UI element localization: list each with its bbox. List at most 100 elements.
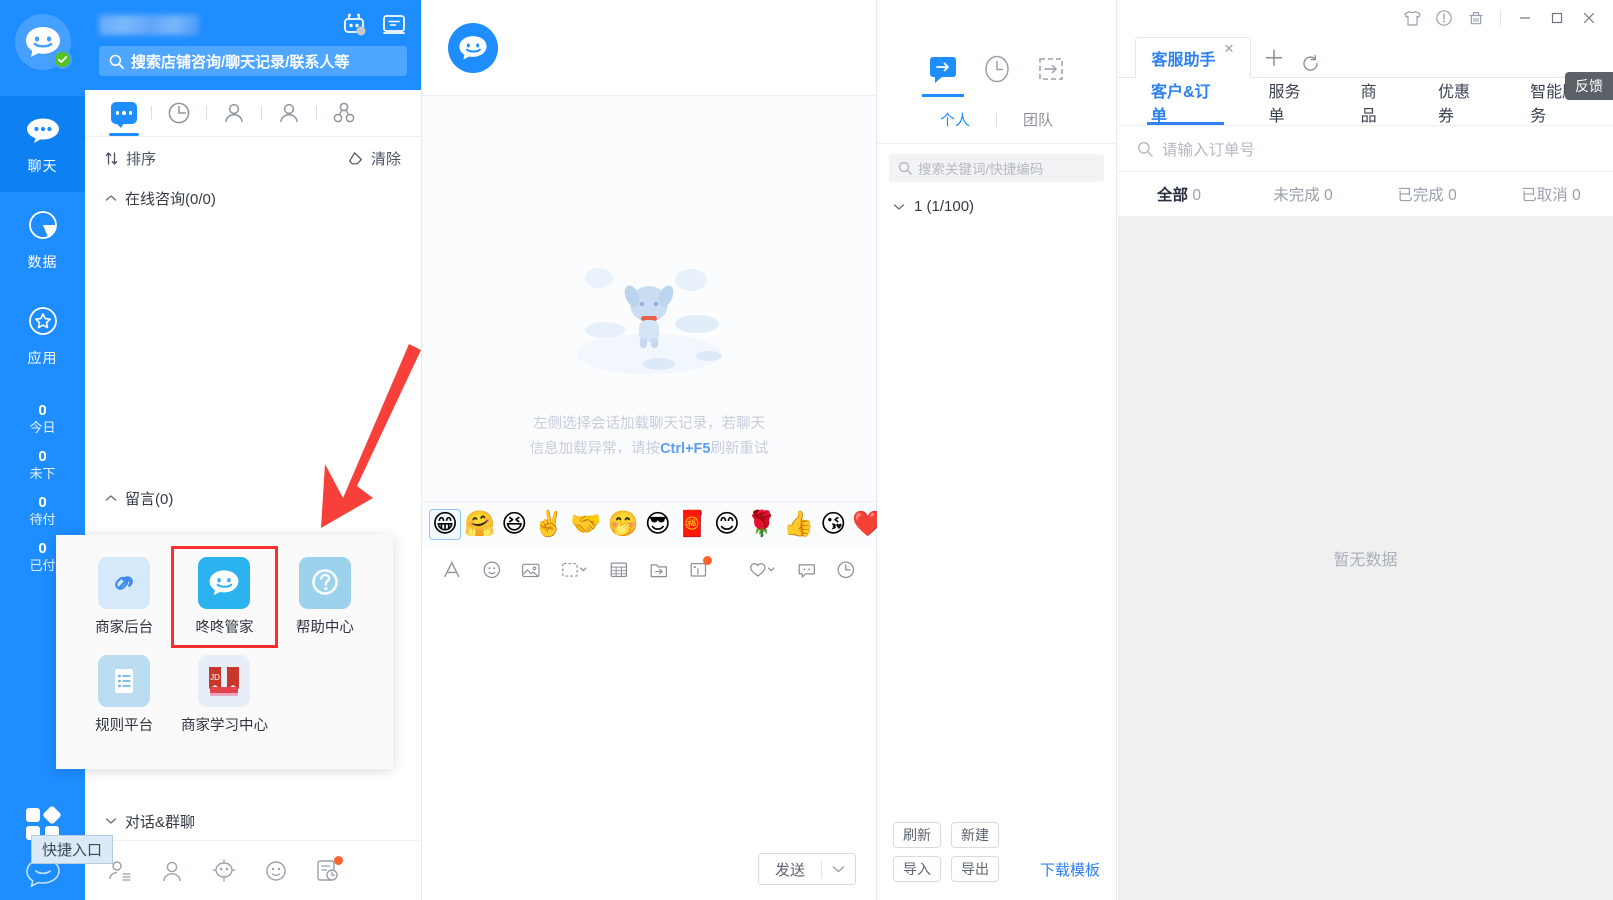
font-style-icon[interactable] <box>442 559 462 581</box>
search-icon <box>1137 141 1153 157</box>
assistant-tab-label: 客服助手 <box>1151 52 1216 69</box>
quick-item-help-center[interactable]: 帮助中心 <box>275 549 375 645</box>
subtab-product[interactable]: 商品 <box>1337 78 1414 125</box>
subtab-service-order[interactable]: 服务单 <box>1244 78 1336 125</box>
quick-reply-icon[interactable] <box>797 559 817 581</box>
refresh-icon[interactable] <box>1297 54 1324 77</box>
emoji-item[interactable]: 😆 <box>499 510 529 539</box>
quick-item-label: 商家后台 <box>95 620 154 636</box>
tab-customer-assistant[interactable]: 客服助手 ✕ <box>1135 37 1251 78</box>
conversation-group-messages[interactable]: 留言(0) <box>85 479 421 517</box>
sidebar-item-data[interactable]: 数据 <box>0 192 85 288</box>
schedule-alert-icon[interactable] <box>315 855 343 884</box>
person-icon[interactable] <box>159 858 185 884</box>
trash-icon[interactable] <box>1460 3 1492 33</box>
image-icon[interactable] <box>521 559 541 581</box>
minimize-button[interactable] <box>1509 3 1541 33</box>
subtab-customer-order[interactable]: 客户&订单 <box>1127 78 1244 125</box>
tab-groups[interactable] <box>321 90 367 136</box>
tab-recent[interactable] <box>970 42 1024 96</box>
chevron-down-icon[interactable] <box>822 865 855 873</box>
emoji-item[interactable]: 😊 <box>712 510 742 539</box>
emoji-item[interactable]: 😁 <box>428 509 462 540</box>
new-button[interactable]: 新建 <box>951 822 999 848</box>
send-button[interactable]: 发送 <box>757 853 856 885</box>
quick-reply-search-input[interactable]: 搜索关键词/快捷编码 <box>889 154 1104 182</box>
emoji-item[interactable]: 👍 <box>781 510 816 539</box>
sidebar-item-apps[interactable]: 应用 <box>0 288 85 384</box>
filter-label: 未完成 <box>1273 187 1320 204</box>
search-input[interactable]: 搜索店铺咨询/聊天记录/联系人等 <box>99 46 407 76</box>
quick-item-label: 商家学习中心 <box>180 718 268 734</box>
file-send-icon[interactable] <box>649 559 669 581</box>
subtab-coupon[interactable]: 优惠券 <box>1414 78 1506 125</box>
emoji-item[interactable]: 🤝 <box>568 510 603 539</box>
chevron-up-icon <box>105 495 117 501</box>
emoji-item[interactable]: 🧧 <box>675 510 710 539</box>
emoji-item[interactable]: 🤭 <box>606 510 641 539</box>
sort-button[interactable]: 排序 <box>105 148 156 169</box>
filter-count: 0 <box>1324 187 1333 204</box>
close-small-icon[interactable]: ✕ <box>1224 41 1235 57</box>
question-help-icon <box>298 557 351 609</box>
emoji-item[interactable]: 🤗 <box>462 510 497 539</box>
favorite-icon[interactable] <box>748 559 777 581</box>
filter-incomplete[interactable]: 未完成 0 <box>1241 183 1365 205</box>
filter-cancelled[interactable]: 已取消 0 <box>1489 183 1613 205</box>
emoji-item[interactable]: 🌹 <box>744 510 779 539</box>
exclamation-circle-icon[interactable] <box>1428 3 1460 33</box>
close-button[interactable] <box>1573 3 1605 33</box>
download-template-link[interactable]: 下载模板 <box>1040 859 1100 880</box>
robot-face-icon[interactable] <box>211 858 237 884</box>
maximize-button[interactable] <box>1541 3 1573 33</box>
quick-item-rules-platform[interactable]: 规则平台 <box>74 647 174 743</box>
shirt-icon[interactable] <box>1396 3 1428 33</box>
rail-logo[interactable] <box>14 14 72 70</box>
filter-complete[interactable]: 已完成 0 <box>1365 183 1489 205</box>
feedback-button[interactable]: 反馈 <box>1565 72 1613 100</box>
emoji-icon[interactable] <box>482 559 502 581</box>
export-button[interactable]: 导出 <box>951 856 999 882</box>
filter-all[interactable]: 全部 0 <box>1117 183 1241 205</box>
refresh-button[interactable]: 刷新 <box>893 822 941 848</box>
tab-team[interactable]: 团队 <box>997 109 1079 130</box>
emoji-item[interactable]: ✌️ <box>531 510 566 539</box>
tab-transfer[interactable] <box>1024 42 1078 96</box>
import-button[interactable]: 导入 <box>893 856 941 882</box>
quick-item-merchant-backend[interactable]: 商家后台 <box>74 549 174 645</box>
smiley-outline-icon[interactable] <box>263 858 289 884</box>
emoji-item[interactable]: 😘 <box>818 510 848 539</box>
clock-icon <box>984 55 1009 83</box>
dongdong-avatar-icon <box>448 22 498 73</box>
emoji-item[interactable]: 😎 <box>643 510 673 539</box>
tab-chat[interactable] <box>101 90 147 136</box>
tab-customers[interactable] <box>266 90 312 136</box>
table-icon[interactable] <box>609 559 629 581</box>
card-send-icon[interactable] <box>689 556 713 581</box>
quick-item-dongdong-steward[interactable]: 咚咚管家 <box>171 546 278 648</box>
tab-contacts[interactable] <box>211 90 257 136</box>
quick-item-learning-center[interactable]: JD 商家学习中心 <box>174 647 274 743</box>
message-input[interactable] <box>422 593 876 838</box>
search-placeholder: 搜索关键词/快捷编码 <box>918 162 1044 177</box>
tab-quick-reply[interactable] <box>916 42 970 97</box>
conversation-group-online[interactable]: 在线咨询(0/0) <box>85 179 421 217</box>
assistant-panel: 客服助手 ✕ ＋ 客户&订单 服务单 商品 优惠券 智能服务 反馈 请输入订单号… <box>1117 0 1613 900</box>
tab-history[interactable] <box>156 90 202 136</box>
tab-personal[interactable]: 个人 <box>914 109 996 130</box>
filter-label: 已完成 <box>1397 187 1444 204</box>
plus-icon[interactable]: ＋ <box>1257 41 1291 77</box>
screenshot-icon[interactable] <box>561 559 590 581</box>
conversation-group-dialog[interactable]: 对话&群聊 <box>85 802 421 840</box>
sidebar-item-chat[interactable]: 聊天 <box>0 96 85 192</box>
history-clock-icon[interactable] <box>836 559 856 581</box>
quick-reply-group[interactable]: 1 (1/100) <box>877 188 1116 225</box>
rules-list-icon <box>98 655 151 707</box>
order-search-input[interactable]: 请输入订单号 <box>1117 126 1613 172</box>
divider <box>206 106 207 120</box>
clear-button[interactable]: 清除 <box>348 148 401 169</box>
jd-learning-icon: JD <box>198 655 251 707</box>
robot-icon[interactable] <box>341 13 367 37</box>
sidebar-item-label: 应用 <box>27 350 58 366</box>
monitor-chat-icon[interactable] <box>381 13 407 37</box>
